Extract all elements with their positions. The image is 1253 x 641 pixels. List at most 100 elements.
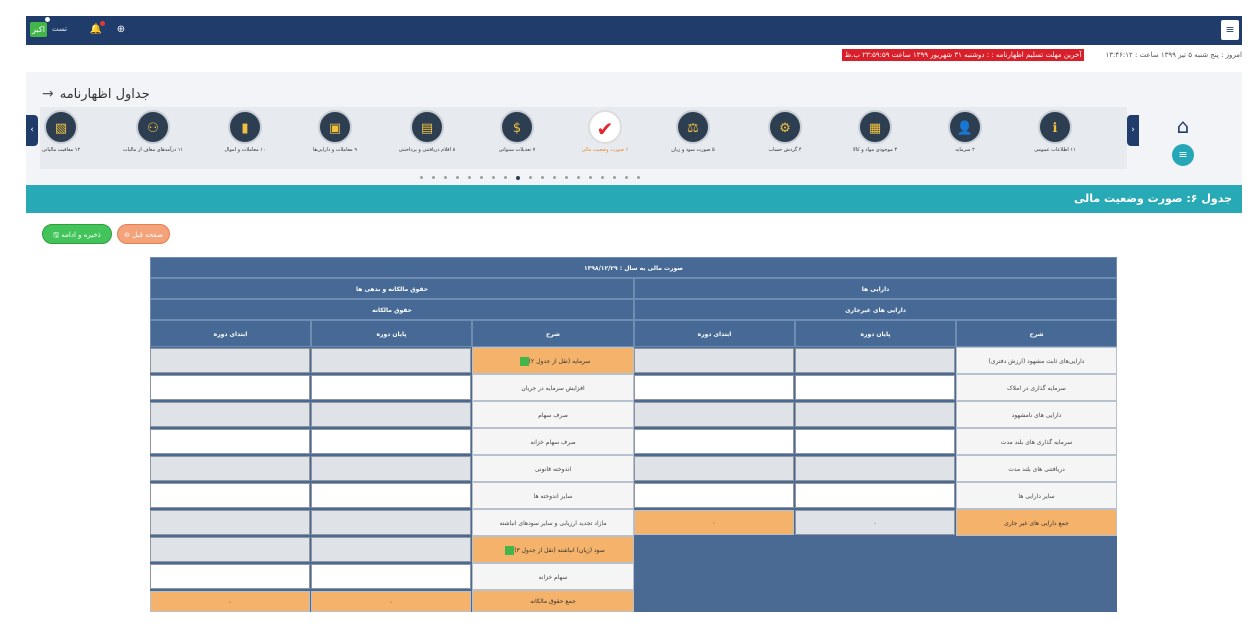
end-value-input[interactable]	[795, 402, 955, 427]
step-monitor[interactable]: ▣ ۹ معاملات و دارایی‌ها	[300, 110, 370, 154]
carousel-dot[interactable]	[613, 176, 616, 179]
deadline-banner: آخرین مهلت تسلیم اظهارنامه : : دوشنبه ۳۱…	[842, 49, 1084, 61]
carousel-dot[interactable]	[504, 176, 507, 179]
start-value-input[interactable]	[634, 348, 794, 373]
carousel-dot[interactable]	[480, 176, 483, 179]
end-value-input[interactable]	[795, 483, 955, 508]
start-value-input[interactable]	[634, 375, 794, 400]
step-label: ۱۰ معاملات و اموال	[224, 147, 266, 153]
money-icon: $	[500, 110, 534, 144]
end-value-input[interactable]	[795, 348, 955, 373]
step-inventory[interactable]: ▦ ۳ موجودی مواد و کالا	[840, 110, 910, 154]
equity-row-text: سهام خزانه	[538, 574, 568, 581]
assets-total-start: ۰	[634, 510, 794, 535]
end-value-input[interactable]	[311, 564, 471, 589]
step-calculator[interactable]: ▤ ۸ اقلام دریافتنی و پرداختنی	[392, 110, 462, 154]
equity-row-label: سود (زیان) انباشته (نقل از جدول ۳)	[472, 536, 634, 563]
end-value-input[interactable]	[795, 429, 955, 454]
user-name: تست	[52, 25, 68, 33]
start-value-input[interactable]	[150, 429, 310, 454]
end-value-input[interactable]	[795, 375, 955, 400]
step-label: ۸ اقلام دریافتنی و پرداختنی	[398, 147, 456, 153]
carousel-next-button[interactable]: ›	[1127, 115, 1139, 146]
step-calendar[interactable]: ▧ ۱۲ معافیت مالیاتی	[26, 110, 96, 154]
start-value-input[interactable]	[150, 564, 310, 589]
start-value-input[interactable]	[150, 348, 310, 373]
calendar-icon: ▧	[44, 110, 78, 144]
step-money[interactable]: $۷ تعدیلات سنواتی	[482, 110, 552, 154]
start-value-input[interactable]	[634, 402, 794, 427]
carousel-dot[interactable]	[492, 176, 495, 179]
step-label: ۲ سرمایه	[955, 147, 975, 153]
carousel-dot[interactable]	[589, 176, 592, 179]
globe-icon[interactable]: ⊕	[113, 22, 129, 38]
carousel-dot[interactable]	[468, 176, 471, 179]
end-value-input[interactable]	[311, 348, 471, 373]
today-date: امروز : پنج شنبه ۵ تیر ۱۳۹۹ ساعت : ۱۳:۴۶…	[1105, 51, 1242, 59]
add-icon[interactable]	[505, 546, 515, 555]
section-header: جدول ۶: صورت وضعیت مالی	[26, 185, 1242, 213]
step-scale[interactable]: ⚖ ۵ صورت سود و زیان	[658, 110, 728, 154]
start-value-input[interactable]	[150, 402, 310, 427]
end-value-input[interactable]	[311, 456, 471, 481]
end-value-input[interactable]	[311, 510, 471, 535]
start-value-input[interactable]	[150, 456, 310, 481]
carousel-dot[interactable]	[601, 176, 604, 179]
end-value-input[interactable]	[311, 402, 471, 427]
equity-header: حقوق مالکانه	[150, 299, 634, 320]
menu-icon[interactable]: ≡	[1221, 20, 1239, 40]
start-value-input[interactable]	[150, 375, 310, 400]
noncurrent-assets-header: دارایی های غیرجاری	[634, 299, 1117, 320]
list-icon[interactable]: ≡	[1172, 144, 1194, 166]
step-check[interactable]: ✔ ۶ صورت وضعیت مالی	[570, 110, 640, 154]
step-coins[interactable]: ⚇ ۱۱ درآمدهای معاف از مالیات	[118, 110, 188, 154]
coins-icon: ⚇	[136, 110, 170, 144]
carousel-dot[interactable]	[637, 176, 640, 179]
end-value-input[interactable]	[311, 375, 471, 400]
previous-page-button[interactable]: صفحه قبل ⊖	[117, 224, 170, 244]
info-icon: ℹ	[1038, 110, 1072, 144]
start-value-input[interactable]	[634, 456, 794, 481]
equity-row-label: سرمایه (نقل از جدول ۲)	[472, 347, 634, 374]
add-icon[interactable]	[519, 357, 529, 366]
col-header-end: پایان دوره	[311, 320, 472, 347]
end-value-input[interactable]	[311, 429, 471, 454]
tables-title[interactable]: جداول اظهارنامه →	[42, 86, 150, 102]
carousel-dot[interactable]	[444, 176, 447, 179]
start-value-input[interactable]	[150, 510, 310, 535]
carousel-dot[interactable]	[432, 176, 435, 179]
start-value-input[interactable]	[150, 483, 310, 508]
start-value-input[interactable]	[634, 483, 794, 508]
step-label: ۶ صورت وضعیت مالی	[581, 147, 629, 153]
step-capital[interactable]: 👤 ۲ سرمایه	[930, 110, 1000, 154]
save-button-label: ذخیره و ادامه	[61, 231, 101, 239]
end-value-input[interactable]	[311, 483, 471, 508]
end-value-input[interactable]	[795, 456, 955, 481]
home-icon[interactable]: ⌂	[1170, 115, 1196, 137]
start-value-input[interactable]	[150, 537, 310, 562]
step-label: ۳ موجودی مواد و کالا	[852, 147, 898, 153]
equity-total-end: ۰	[311, 591, 471, 612]
chart-icon: ▮	[228, 110, 262, 144]
step-chart[interactable]: ▮ ۱۰ معاملات و اموال	[210, 110, 280, 154]
start-value-input[interactable]	[634, 429, 794, 454]
carousel-dot[interactable]	[516, 175, 520, 180]
equity-row-text: سرمایه (نقل از جدول ۲)	[528, 358, 591, 365]
carousel-dot[interactable]	[565, 176, 568, 179]
carousel-dot[interactable]	[456, 176, 459, 179]
user-button[interactable]: اکبر	[30, 22, 47, 37]
equity-row-text: اندوخته قانونی	[534, 466, 572, 473]
carousel-dots	[420, 175, 640, 180]
step-account[interactable]: ⚙ ۴ گردش حساب	[750, 110, 820, 154]
carousel-dot[interactable]	[541, 176, 544, 179]
end-value-input[interactable]	[311, 537, 471, 562]
carousel-dot[interactable]	[553, 176, 556, 179]
step-label: ۵ صورت سود و زیان	[671, 147, 715, 153]
carousel-dot[interactable]	[577, 176, 580, 179]
save-continue-button[interactable]: ذخیره و ادامه 🖫	[42, 224, 112, 244]
step-info[interactable]: ℹ ۱۱ اطلاعات عمومی	[1020, 110, 1090, 154]
carousel-dot[interactable]	[420, 176, 423, 179]
carousel-dot[interactable]	[625, 176, 628, 179]
arrow-right-icon[interactable]: →	[42, 86, 54, 102]
carousel-dot[interactable]	[529, 176, 532, 179]
